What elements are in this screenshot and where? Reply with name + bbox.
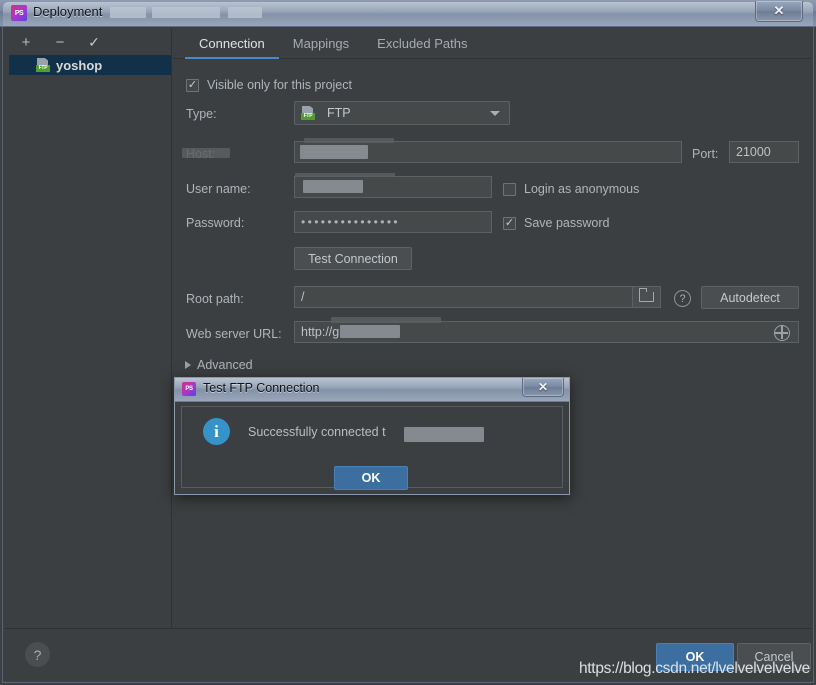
username-value-redaction <box>303 180 363 193</box>
window-title: Deployment <box>33 4 103 19</box>
ftp-badge-label: FTP <box>36 65 50 72</box>
web-server-url-row: Web server URL: <box>186 322 282 346</box>
help-button[interactable]: ? <box>25 642 50 667</box>
dialog-body: + − ✓ FTP yoshop Connection Mappings Exc <box>2 27 814 683</box>
visible-only-checkbox[interactable]: ✓ <box>186 78 199 92</box>
open-in-browser-icon[interactable] <box>774 325 790 341</box>
web-server-url-value: http://g <box>301 325 340 339</box>
modal-app-icon: PS <box>182 382 196 396</box>
password-input[interactable]: ••••••••••••••• <box>294 211 492 233</box>
modal-message: Successfully connected t <box>248 425 386 439</box>
username-label: User name: <box>186 182 251 196</box>
password-row: Password: <box>186 211 244 235</box>
ftp-type-badge-label: FTP <box>301 113 315 120</box>
visible-only-label: Visible only for this project <box>207 78 352 92</box>
titlebar-redaction-1 <box>110 7 146 18</box>
modal-titlebar: PS Test FTP Connection ✕ <box>175 378 569 402</box>
root-path-label: Root path: <box>186 292 244 306</box>
use-as-default-button[interactable]: ✓ <box>85 33 103 51</box>
modal-ok-button[interactable]: OK <box>334 466 408 490</box>
test-ftp-connection-dialog: PS Test FTP Connection ✕ i Successfully … <box>174 377 570 495</box>
username-row: User name: <box>186 177 251 201</box>
port-row: Port: <box>692 142 718 166</box>
type-combobox[interactable]: FTP FTP <box>294 101 510 125</box>
root-path-value: / <box>301 290 305 304</box>
window-titlebar: PS Deployment ✕ <box>0 0 816 27</box>
tab-excluded-paths[interactable]: Excluded Paths <box>363 36 481 58</box>
remove-server-button[interactable]: − <box>51 33 69 51</box>
port-value: 21000 <box>736 145 771 159</box>
host-label-smear-redaction <box>182 148 230 158</box>
port-input[interactable]: 21000 <box>729 141 799 163</box>
list-item[interactable]: FTP yoshop <box>9 55 171 75</box>
connection-settings-pane: Connection Mappings Excluded Paths ✓ Vis… <box>173 29 811 629</box>
web-url-smear-redaction <box>331 317 441 323</box>
port-label: Port: <box>692 147 719 161</box>
type-row: Type: <box>186 102 217 126</box>
root-path-row: Root path: <box>186 287 244 311</box>
host-smear-redaction <box>304 138 394 143</box>
add-server-button[interactable]: + <box>17 33 35 51</box>
password-label: Password: <box>186 216 245 230</box>
chevron-right-icon <box>185 361 191 369</box>
advanced-section-toggle[interactable]: Advanced <box>185 358 253 372</box>
web-server-url-label: Web server URL: <box>186 327 282 341</box>
server-list-pane: + − ✓ FTP yoshop <box>9 29 172 629</box>
window-close-button[interactable]: ✕ <box>755 1 803 22</box>
tab-mappings[interactable]: Mappings <box>279 36 363 58</box>
host-value-redaction <box>300 145 368 159</box>
ftp-server-icon: FTP <box>36 58 50 72</box>
titlebar-redaction-2 <box>152 7 220 18</box>
password-value: ••••••••••••••• <box>301 215 401 229</box>
modal-message-redaction <box>404 427 484 442</box>
modal-content: i Successfully connected t OK <box>181 406 563 490</box>
username-smear-redaction <box>295 173 395 177</box>
server-tree: FTP yoshop <box>9 55 171 629</box>
tab-connection[interactable]: Connection <box>185 36 279 59</box>
phpstorm-app-icon: PS <box>11 5 27 21</box>
login-anonymous-row: Login as anonymous <box>503 177 639 201</box>
server-name-label: yoshop <box>56 57 103 73</box>
settings-tabs: Connection Mappings Excluded Paths <box>173 29 811 59</box>
test-connection-button[interactable]: Test Connection <box>294 247 412 270</box>
modal-title: Test FTP Connection <box>203 381 320 395</box>
visible-only-row: ✓ Visible only for this project <box>186 73 352 97</box>
watermark-text: https://blog.csdn.net/lvelvelvelvelve <box>578 660 810 677</box>
browse-folder-icon[interactable] <box>632 287 660 307</box>
type-value: FTP <box>327 106 351 120</box>
info-icon: i <box>203 418 230 445</box>
root-path-input[interactable]: / <box>294 286 661 308</box>
save-password-label: Save password <box>524 216 610 230</box>
type-label: Type: <box>186 107 217 121</box>
modal-close-button[interactable]: ✕ <box>522 378 564 397</box>
web-url-value-redaction <box>340 325 400 338</box>
save-password-checkbox[interactable]: ✓ <box>503 216 516 230</box>
titlebar-redaction-3 <box>228 7 262 18</box>
login-anonymous-checkbox[interactable] <box>503 182 516 196</box>
root-path-help-icon[interactable]: ? <box>674 290 691 307</box>
advanced-label: Advanced <box>197 358 253 372</box>
save-password-row: ✓ Save password <box>503 211 609 235</box>
autodetect-button[interactable]: Autodetect <box>701 286 799 309</box>
deployment-dialog-window: PS Deployment ✕ + − ✓ FTP yoshop Connect… <box>0 0 816 685</box>
ftp-type-icon: FTP <box>301 106 315 120</box>
login-anonymous-label: Login as anonymous <box>524 182 640 196</box>
connection-form: ✓ Visible only for this project Type: FT… <box>173 59 811 629</box>
chevron-down-icon <box>490 111 500 116</box>
server-list-toolbar: + − ✓ <box>9 29 172 55</box>
